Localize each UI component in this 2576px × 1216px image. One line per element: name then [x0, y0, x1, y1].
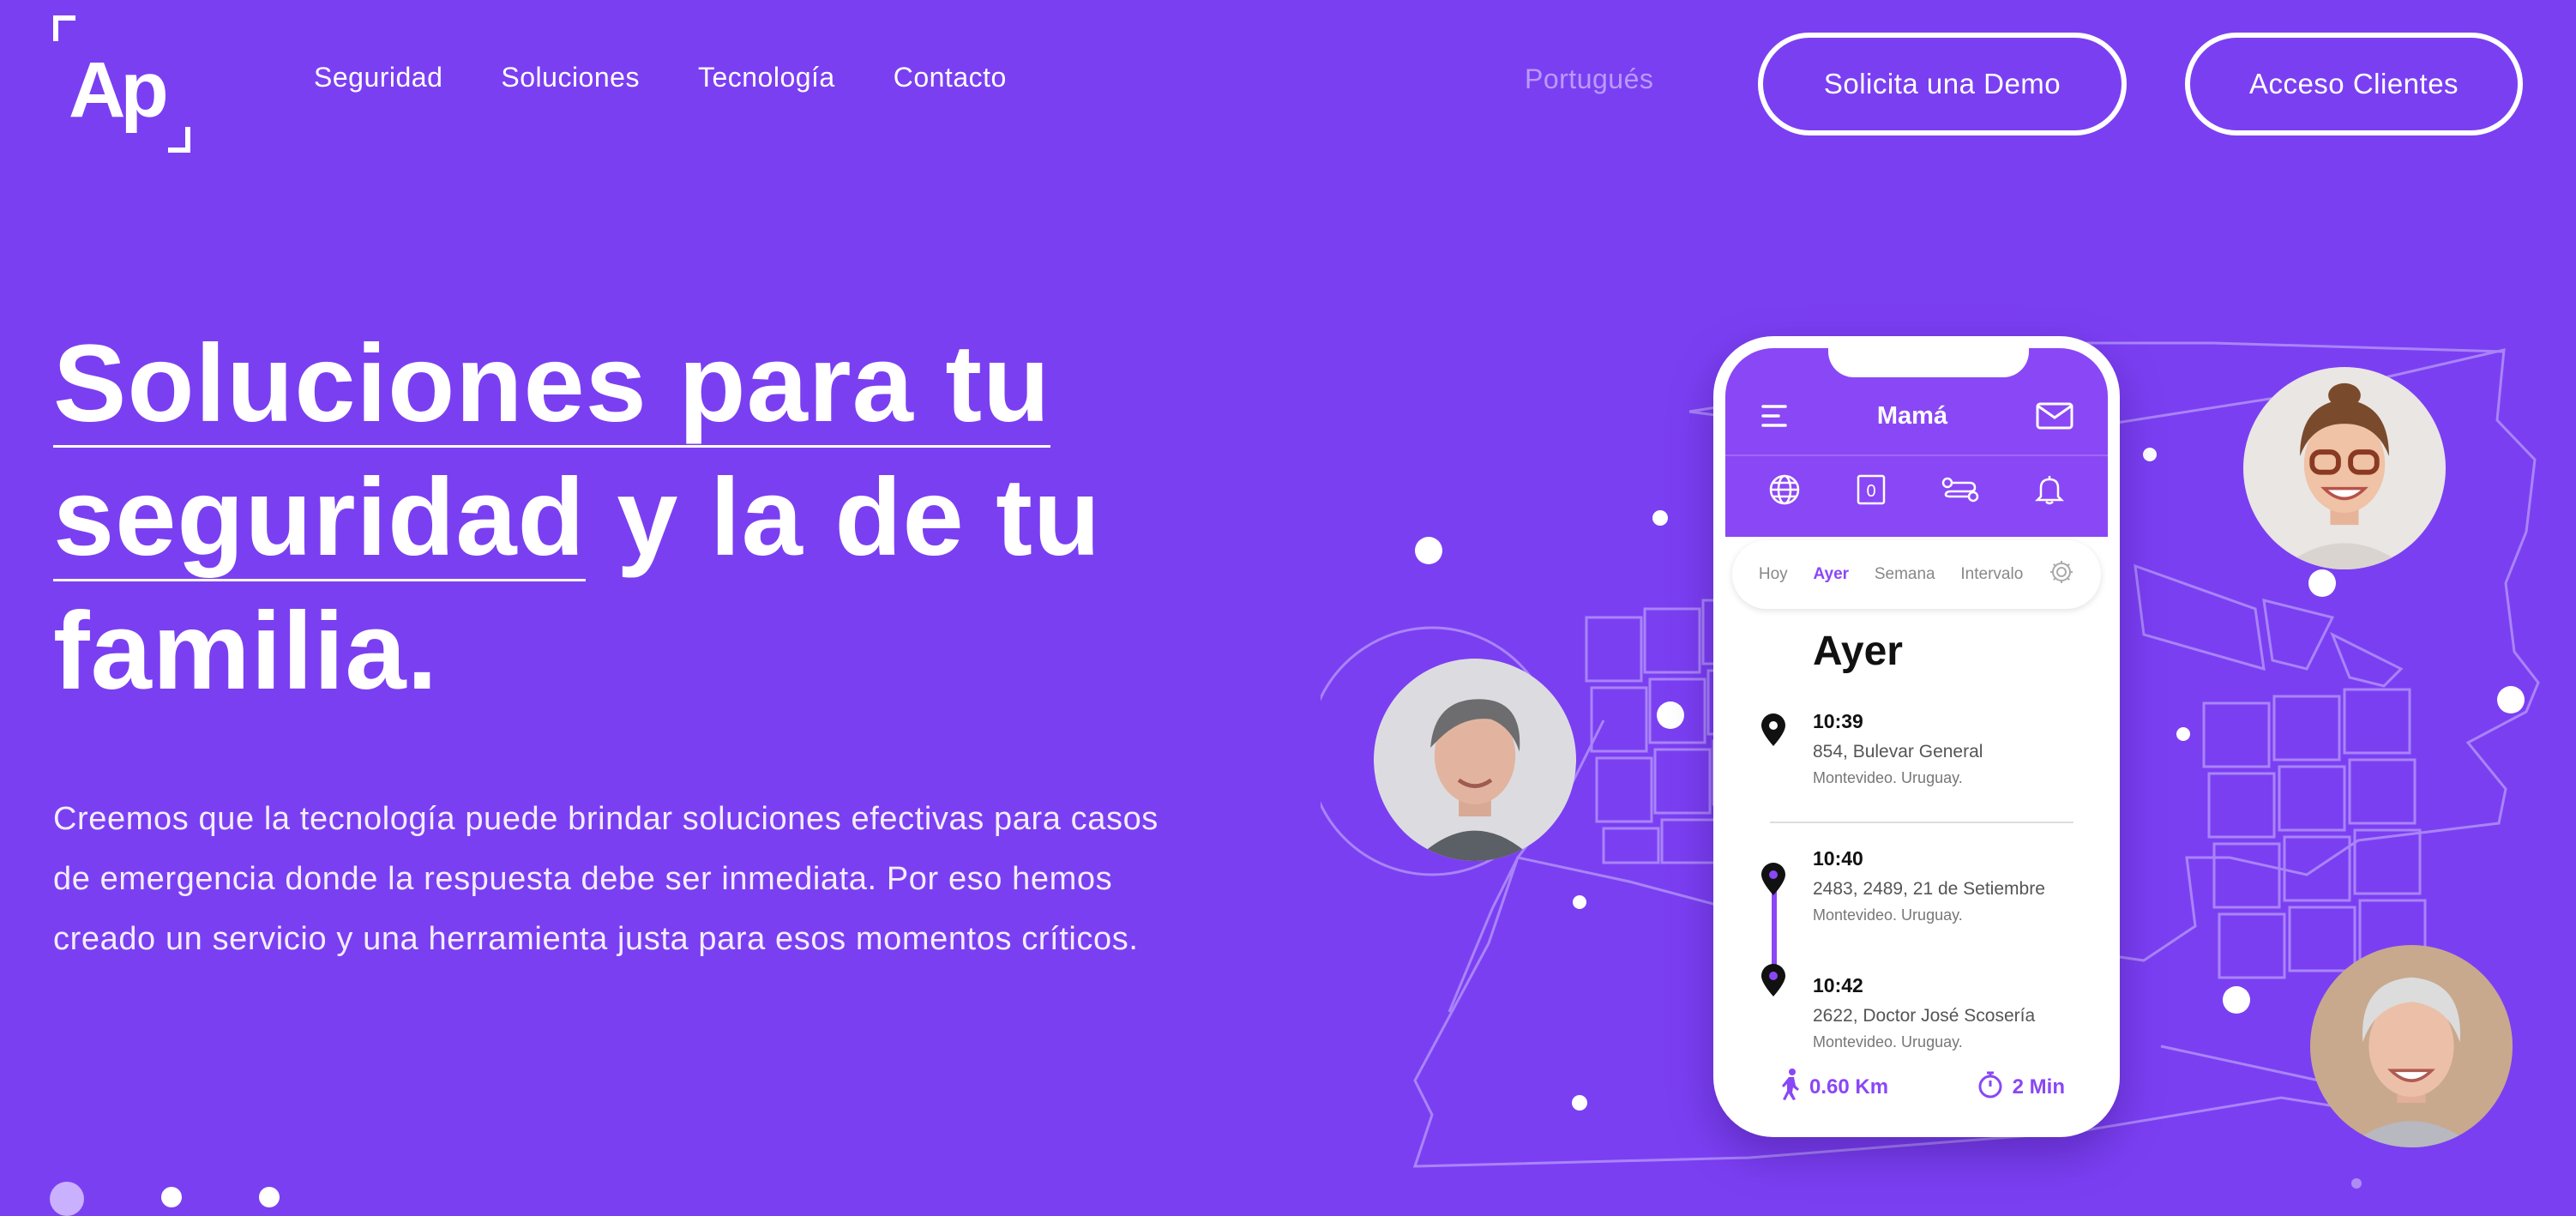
- app-header: Mamá: [1725, 386, 2108, 446]
- timeline-entry[interactable]: 10:40 2483, 2489, 21 de Setiembre Montev…: [1813, 847, 2045, 924]
- day-heading: Ayer: [1813, 629, 1903, 674]
- bell-icon[interactable]: [2032, 473, 2067, 507]
- nav-tecnologia[interactable]: Tecnología: [698, 62, 835, 93]
- headline-line-2-rest: y la de tu: [585, 456, 1102, 579]
- globe-icon[interactable]: [1767, 473, 1802, 507]
- avatar-grandmother: [2310, 945, 2513, 1147]
- phone-header-panel: Mamá 0: [1725, 348, 2108, 537]
- entry-time: 10:39: [1813, 710, 1863, 732]
- date-tabs: Hoy Ayer Semana Intervalo: [1732, 540, 2101, 609]
- entry-address: 2622, Doctor José Scosería: [1813, 1006, 2036, 1026]
- slider-dot-1[interactable]: [50, 1182, 84, 1216]
- gear-icon[interactable]: [2049, 559, 2074, 590]
- app-title: Mamá: [1876, 401, 1948, 430]
- location-pin-icon: [1756, 859, 1791, 901]
- duration-value: 2 Min: [2012, 1075, 2065, 1099]
- slider-dot-3[interactable]: [259, 1187, 280, 1207]
- slider-dots: [50, 1182, 280, 1216]
- timer-icon: [1977, 1070, 2004, 1105]
- avatar-mother: [1374, 659, 1576, 861]
- hero-headline: Soluciones para tu seguridad y la de tu …: [53, 317, 1254, 719]
- headline-line-1: Soluciones para tu: [53, 323, 1051, 448]
- app-toolbar: 0: [1725, 454, 2108, 523]
- client-access-button[interactable]: Acceso Clientes: [2185, 33, 2523, 135]
- request-demo-button[interactable]: Solicita una Demo: [1758, 33, 2127, 135]
- phone-notch: [1828, 348, 2029, 377]
- trip-summary: 0.60 Km 2 Min: [1713, 1068, 2120, 1107]
- location-pin-icon: [1756, 710, 1791, 752]
- entry-time: 10:42: [1813, 974, 1863, 996]
- svg-text:0: 0: [1866, 482, 1875, 501]
- route-icon[interactable]: [1941, 473, 1980, 507]
- entry-address: 854, Bulevar General: [1813, 742, 1983, 762]
- tab-intervalo[interactable]: Intervalo: [1960, 565, 2023, 584]
- menu-icon[interactable]: [1760, 403, 1789, 429]
- tab-hoy[interactable]: Hoy: [1759, 565, 1788, 584]
- entry-address: 2483, 2489, 21 de Setiembre: [1813, 879, 2045, 899]
- svg-text:Ap: Ap: [69, 46, 166, 134]
- tab-semana[interactable]: Semana: [1875, 565, 1935, 584]
- distance-stat: 0.60 Km: [1780, 1068, 1889, 1107]
- location-pin-icon: [1756, 960, 1791, 1002]
- mail-icon[interactable]: [2036, 402, 2073, 430]
- main-nav: Seguridad Soluciones Tecnología Contacto: [314, 62, 1007, 93]
- hero-description: Creemos que la tecnología puede brindar …: [53, 801, 1159, 957]
- logo-mark: Ap: [53, 15, 190, 153]
- entry-city: Montevideo. Uruguay.: [1813, 769, 1963, 786]
- entry-time: 10:40: [1813, 847, 1863, 870]
- phone-mockup: Mamá 0 Hoy Ayer Semana Intervalo Ayer 10…: [1713, 336, 2120, 1137]
- duration-stat: 2 Min: [1977, 1070, 2065, 1105]
- nav-soluciones[interactable]: Soluciones: [501, 62, 640, 93]
- nav-seguridad[interactable]: Seguridad: [314, 62, 442, 93]
- brand-logo[interactable]: Ap: [53, 15, 190, 153]
- nav-contacto[interactable]: Contacto: [894, 62, 1007, 93]
- headline-keyword: seguridad: [53, 457, 586, 581]
- zero-box-icon[interactable]: 0: [1854, 473, 1888, 507]
- timeline-entry[interactable]: 10:42 2622, Doctor José Scosería Montevi…: [1813, 974, 2035, 1051]
- slider-dot-2[interactable]: [161, 1187, 182, 1207]
- distance-value: 0.60 Km: [1809, 1075, 1889, 1099]
- entry-city: Montevideo. Uruguay.: [1813, 1033, 1963, 1050]
- timeline-divider: [1770, 822, 2073, 823]
- headline-line-3: familia.: [53, 590, 439, 713]
- walking-icon: [1780, 1068, 1801, 1107]
- timeline-entry[interactable]: 10:39 854, Bulevar General Montevideo. U…: [1813, 710, 1983, 787]
- language-switch[interactable]: Portugués: [1525, 63, 1653, 95]
- avatar-daughter: [2243, 367, 2446, 569]
- tab-ayer[interactable]: Ayer: [1813, 565, 1849, 584]
- entry-city: Montevideo. Uruguay.: [1813, 906, 1963, 924]
